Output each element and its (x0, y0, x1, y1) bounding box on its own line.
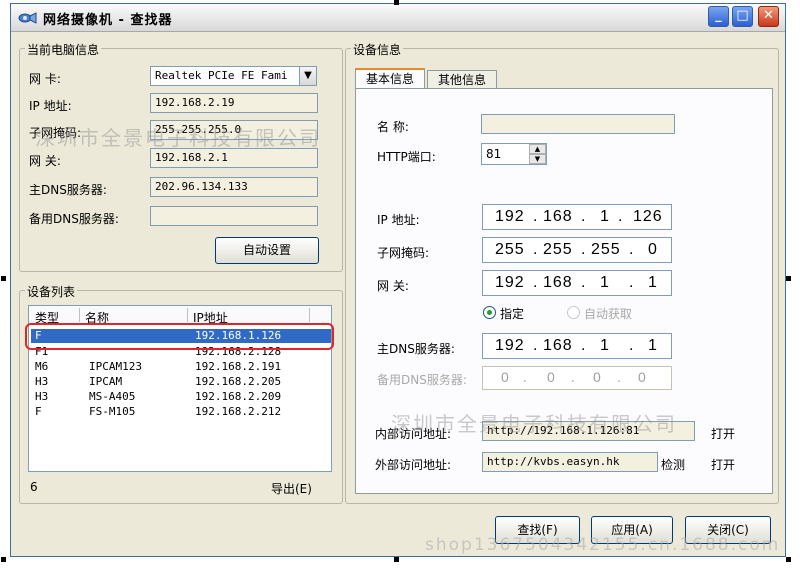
pc-dns2-field (150, 206, 318, 226)
table-row[interactable]: H3 MS-A405 192.168.2.209 (31, 390, 331, 404)
resize-handle[interactable] (786, 276, 791, 281)
subnet-octet: 255 (591, 241, 621, 258)
watermark-text: 深圳市全景电子科技有限公司 (391, 412, 677, 436)
row-name: MS-A405 (89, 390, 136, 403)
selection-highlight-outline (25, 323, 334, 350)
watermark-text: 深圳市全景电子科技有限公司 (35, 126, 321, 150)
network-card-value: Realtek PCIe FE Fami (155, 69, 288, 82)
row-type: F (35, 405, 42, 418)
network-card-label: 网 卡: (29, 72, 61, 86)
window: 网络摄像机 - 查找器 _ □ ✕ 当前电脑信息 网 卡: Realtek PC… (10, 3, 786, 557)
external-check-link[interactable]: 检测 (661, 456, 685, 473)
device-ip-label: IP 地址: (377, 213, 420, 227)
ip-label: IP 地址: (29, 99, 72, 113)
dns-octet: 192 (495, 337, 525, 354)
internal-open-link[interactable]: 打开 (711, 425, 735, 442)
row-name: IPCAM123 (89, 360, 142, 373)
device-subnet-input[interactable]: 255 . 255 . 255 . 0 (482, 237, 672, 263)
device-gateway-input[interactable]: 192 . 168 . 1 . 1 (482, 270, 672, 296)
spin-up-icon[interactable]: ▲ (529, 144, 546, 154)
device-info-title: 设备信息 (351, 41, 404, 58)
pc-info-title: 当前电脑信息 (25, 41, 102, 58)
row-type: M6 (35, 360, 49, 373)
ip-octet: 168 (543, 208, 573, 225)
device-count: 6 (30, 480, 38, 494)
device-dns2-label: 备用DNS服务器: (377, 373, 467, 387)
pc-ip-field: 192.168.2.19 (150, 93, 318, 113)
table-row[interactable]: M6 IPCAM123 192.168.2.191 (31, 360, 331, 374)
subnet-octet: 255 (543, 241, 573, 258)
dns2-octet: 0 (501, 369, 510, 385)
http-port-value: 81 (486, 147, 502, 161)
row-type: H3 (35, 375, 49, 388)
gateway-octet: 1 (600, 274, 610, 291)
row-ip: 192.168.2.205 (195, 375, 282, 388)
chevron-down-icon[interactable]: ▼ (299, 66, 317, 86)
maximize-button[interactable]: □ (732, 6, 753, 27)
external-address-label: 外部访问地址: (375, 458, 452, 472)
dns2-label: 备用DNS服务器: (29, 212, 119, 226)
resize-handle[interactable] (394, 557, 399, 562)
ip-octet: 192 (495, 208, 525, 225)
subnet-octet: 255 (495, 241, 525, 258)
device-subnet-label: 子网掩码: (377, 246, 430, 260)
row-name: FS-M105 (89, 405, 136, 418)
radio-auto-label: 自动获取 (584, 307, 633, 321)
device-dns2-input[interactable]: 0 . 0 . 0 . 0 (482, 366, 672, 390)
radio-specified-label: 指定 (500, 307, 525, 321)
radio-specified[interactable] (483, 306, 496, 319)
close-window-button[interactable]: ✕ (758, 6, 779, 27)
tab-basic-info[interactable]: 基本信息 (355, 68, 425, 88)
external-address-field: http://kvbs.easyn.hk (482, 452, 658, 472)
row-type: H3 (35, 390, 49, 403)
window-title: 网络摄像机 - 查找器 (43, 13, 173, 28)
gateway-octet: 1 (648, 274, 658, 291)
dns2-octet: 0 (638, 369, 647, 385)
dns2-octet: 0 (547, 369, 556, 385)
gateway-label: 网 关: (29, 154, 61, 168)
tab-other-info[interactable]: 其他信息 (427, 70, 497, 88)
minimize-button[interactable]: _ (708, 6, 729, 27)
row-ip: 192.168.2.212 (195, 405, 282, 418)
gateway-octet: 192 (495, 274, 525, 291)
ip-octet: 1 (600, 208, 610, 225)
device-list-title: 设备列表 (25, 283, 78, 300)
title-bar[interactable]: 网络摄像机 - 查找器 _ □ ✕ (11, 4, 785, 32)
subnet-octet: 0 (648, 241, 658, 258)
pc-gateway-field: 192.168.2.1 (150, 148, 318, 168)
device-dns-label: 主DNS服务器: (377, 342, 455, 356)
ip-octet: 126 (633, 208, 663, 225)
resize-handle[interactable] (394, 0, 399, 5)
http-port-label: HTTP端口: (377, 150, 436, 164)
table-row[interactable]: H3 IPCAM 192.168.2.205 (31, 375, 331, 389)
export-button[interactable]: 导出(E) (271, 480, 312, 497)
device-dns-input[interactable]: 192 . 168 . 1 . 1 (482, 333, 672, 359)
dns2-octet: 0 (593, 369, 602, 385)
dns-octet: 1 (648, 337, 658, 354)
external-open-link[interactable]: 打开 (711, 456, 735, 473)
camera-app-icon (18, 12, 37, 24)
row-ip: 192.168.2.191 (195, 360, 282, 373)
row-name: IPCAM (89, 375, 123, 388)
radio-auto[interactable] (567, 306, 580, 319)
pc-dns-field: 202.96.134.133 (150, 177, 318, 197)
spin-down-icon[interactable]: ▼ (529, 154, 546, 164)
dns-label: 主DNS服务器: (29, 183, 107, 197)
device-ip-input[interactable]: 192 . 168 . 1 . 126 (482, 204, 672, 230)
device-name-input[interactable] (481, 114, 675, 134)
resize-handle[interactable] (786, 557, 791, 562)
resize-handle[interactable] (1, 276, 6, 281)
table-row[interactable]: F FS-M105 192.168.2.212 (31, 405, 331, 419)
dns-octet: 168 (543, 337, 573, 354)
gateway-octet: 168 (543, 274, 573, 291)
auto-setup-button[interactable]: 自动设置 (215, 237, 319, 264)
row-ip: 192.168.2.209 (195, 390, 282, 403)
network-card-select[interactable]: Realtek PCIe FE Fami (150, 66, 300, 86)
device-gateway-label: 网 关: (377, 279, 409, 293)
resize-handle[interactable] (1, 557, 6, 562)
name-label: 名 称: (377, 120, 409, 134)
list-header: 类型 名称 IP地址 (29, 306, 331, 325)
watermark-text: shop1367504342155.cn.1688.com (425, 535, 781, 555)
dns-octet: 1 (600, 337, 610, 354)
